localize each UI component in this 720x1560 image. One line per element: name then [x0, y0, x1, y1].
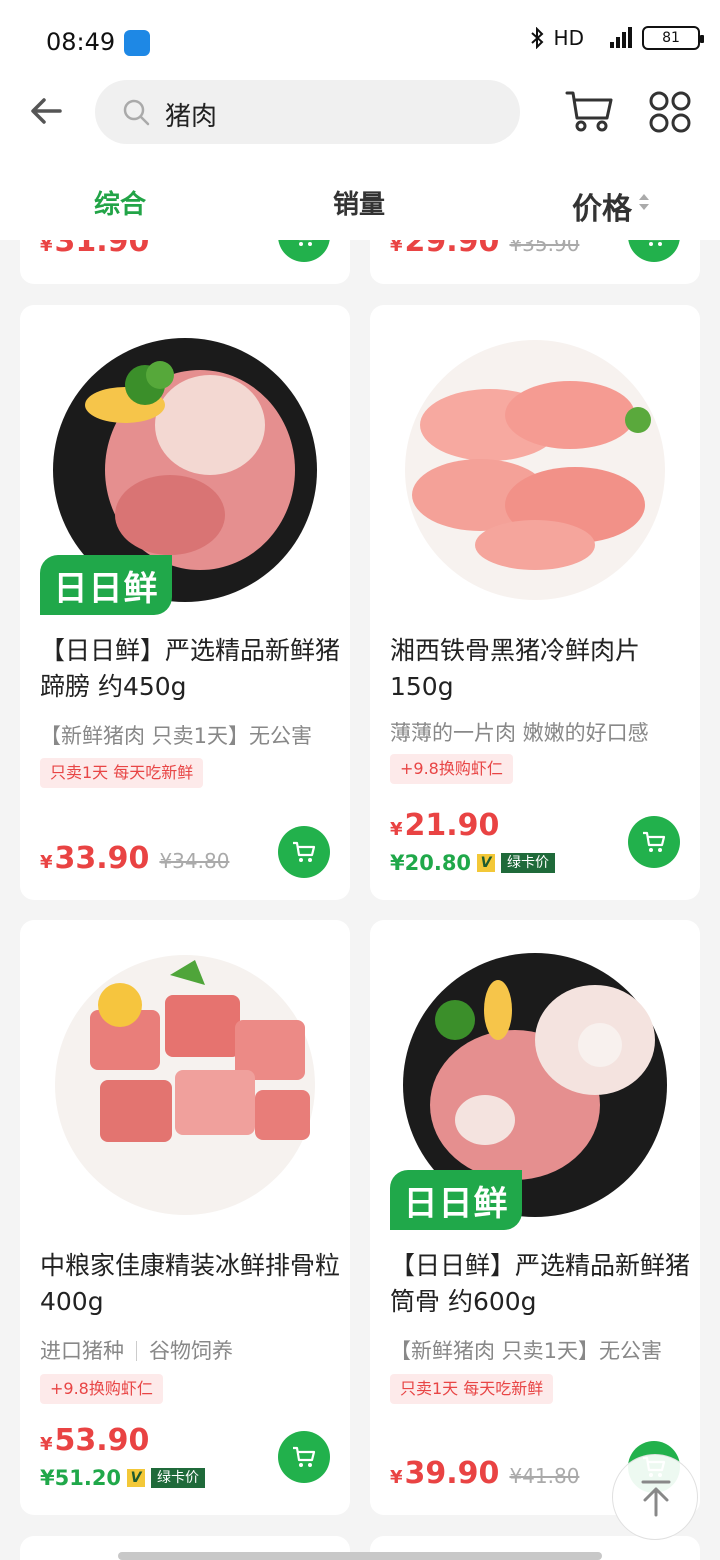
- tab-comprehensive[interactable]: 综合: [94, 184, 146, 221]
- header: 08:49 HD 81 猪肉 综合 销量 价格: [0, 0, 720, 240]
- product-desc: 【新鲜猪肉 只卖1天】无公害: [40, 724, 313, 748]
- original-price: ¥34.80: [159, 849, 230, 873]
- vip-label: 绿卡价: [151, 1468, 206, 1488]
- arrow-up-icon: [641, 1480, 671, 1517]
- back-arrow-icon[interactable]: [24, 88, 70, 134]
- product-desc: 薄薄的一片肉 嫩嫩的好口感: [390, 721, 649, 745]
- back-to-top-button[interactable]: [612, 1454, 698, 1540]
- signal-icon: [610, 27, 632, 48]
- product-image: [55, 955, 315, 1215]
- status-time: 08:49: [46, 28, 116, 56]
- cart-icon: [643, 831, 666, 852]
- promo-tag: +9.8换购虾仁: [390, 754, 513, 784]
- notification-app-icon: [124, 30, 150, 56]
- product-image: [405, 340, 665, 600]
- vip-mark: V: [127, 1469, 146, 1487]
- product-desc: 【新鲜猪肉 只卖1天】无公害: [390, 1339, 663, 1363]
- promo-tag: +9.8换购虾仁: [40, 1374, 163, 1404]
- search-query: 猪肉: [165, 102, 218, 132]
- add-to-cart-button[interactable]: [278, 826, 330, 878]
- product-title: 湘西铁骨黑猪冷鲜肉片150g: [390, 636, 641, 701]
- add-to-cart-button[interactable]: [278, 1431, 330, 1483]
- hd-indicator: HD: [553, 26, 584, 50]
- product-price: ¥53.90: [40, 1423, 150, 1458]
- ririxian-badge: 日日鲜: [390, 1170, 522, 1230]
- home-indicator: [118, 1552, 602, 1560]
- product-title: 【日日鲜】严选精品新鲜猪筒骨 约600g: [390, 1251, 691, 1316]
- sort-tabs: 综合 销量 价格: [0, 170, 720, 230]
- desc-divider: [136, 1341, 137, 1361]
- product-title: 中粮家佳康精装冰鲜排骨粒 400g: [40, 1251, 341, 1316]
- status-right: HD 81: [530, 26, 704, 50]
- ririxian-badge: 日日鲜: [40, 555, 172, 615]
- cart-icon: [293, 1446, 316, 1467]
- product-card[interactable]: 日日鲜 【日日鲜】严选精品新鲜猪筒骨 约600g 【新鲜猪肉 只卖1天】无公害 …: [370, 920, 700, 1515]
- vip-price: ¥51.20 V 绿卡价: [40, 1466, 206, 1490]
- bluetooth-icon: [530, 27, 543, 49]
- tab-sales[interactable]: 销量: [333, 184, 385, 221]
- battery-indicator: 81: [642, 26, 704, 50]
- product-price: ¥39.90 ¥41.80: [390, 1456, 580, 1491]
- search-input[interactable]: 猪肉: [95, 80, 520, 144]
- product-price: ¥33.90 ¥34.80: [40, 841, 230, 876]
- status-bar: 08:49 HD 81: [0, 0, 720, 80]
- cart-icon[interactable]: [565, 88, 613, 134]
- sort-arrows-icon: [639, 194, 649, 210]
- vip-price: ¥20.80 V 绿卡价: [390, 851, 556, 875]
- product-card[interactable]: 湘西铁骨黑猪冷鲜肉片150g 薄薄的一片肉 嫩嫩的好口感 +9.8换购虾仁 ¥2…: [370, 305, 700, 900]
- product-card[interactable]: 中粮家佳康精装冰鲜排骨粒 400g 进口猪种 谷物饲养 +9.8换购虾仁 ¥53.…: [20, 920, 350, 1515]
- add-to-cart-button[interactable]: [628, 816, 680, 868]
- cart-icon: [293, 841, 316, 862]
- product-card[interactable]: 日日鲜 【日日鲜】严选精品新鲜猪蹄膀 约450g 【新鲜猪肉 只卖1天】无公害 …: [20, 305, 350, 900]
- tab-price[interactable]: 价格: [572, 184, 632, 228]
- promo-tag: 只卖1天 每天吃新鲜: [40, 758, 204, 788]
- vip-mark: V: [477, 854, 496, 872]
- original-price: ¥41.80: [509, 1464, 580, 1488]
- vip-label: 绿卡价: [501, 853, 556, 873]
- search-icon: [123, 99, 150, 126]
- product-desc: 进口猪种 谷物饲养: [40, 1339, 233, 1363]
- promo-tag: 只卖1天 每天吃新鲜: [390, 1374, 554, 1404]
- product-title: 【日日鲜】严选精品新鲜猪蹄膀 约450g: [40, 636, 341, 701]
- product-price: ¥21.90: [390, 808, 500, 843]
- grid-menu-icon[interactable]: [648, 90, 692, 134]
